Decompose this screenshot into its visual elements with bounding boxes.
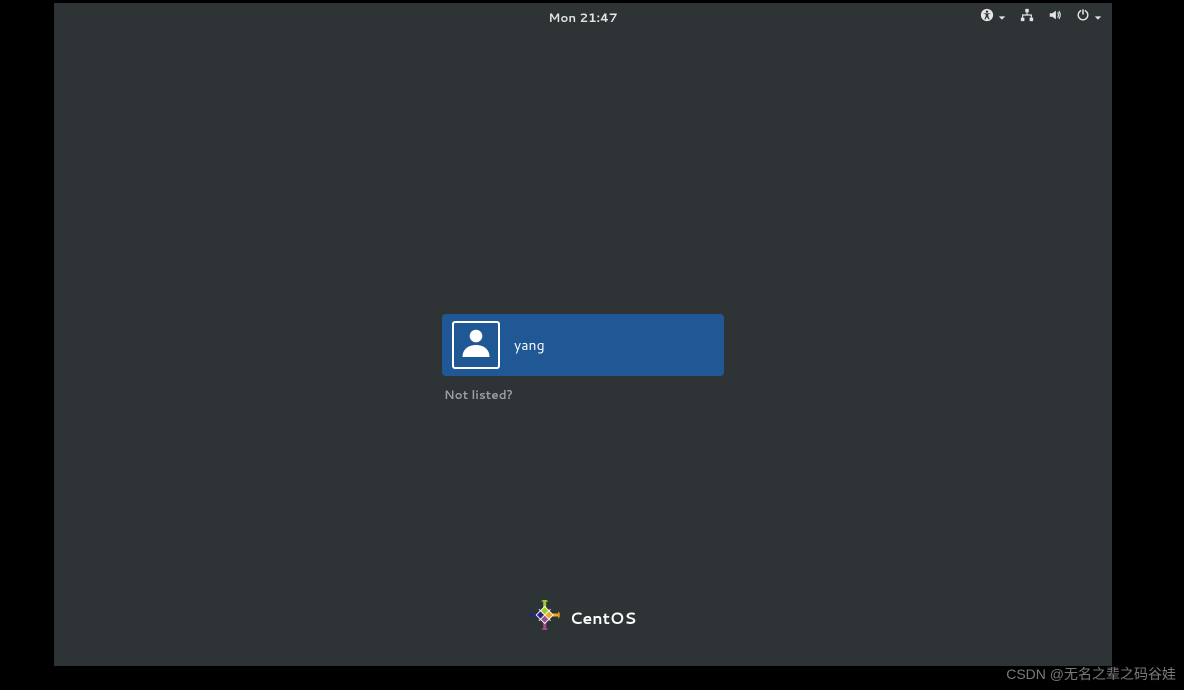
not-listed-text: Not listed?: [444, 386, 513, 403]
accessibility-icon: [980, 8, 994, 26]
os-branding: CentOS: [530, 600, 637, 636]
not-listed-link[interactable]: Not listed?: [442, 386, 724, 403]
volume-indicator[interactable]: [1048, 8, 1062, 26]
login-screen: Mon 21:47: [54, 3, 1112, 666]
volume-icon: [1048, 8, 1062, 26]
network-indicator[interactable]: [1020, 8, 1034, 26]
username-label: yang: [514, 335, 545, 355]
top-bar: Mon 21:47: [54, 3, 1112, 31]
power-menu[interactable]: [1076, 8, 1102, 26]
caret-down-icon: [998, 9, 1006, 26]
user-list-item[interactable]: yang: [442, 314, 724, 376]
clock[interactable]: Mon 21:47: [548, 9, 617, 26]
watermark-text: CSDN @无名之辈之码谷娃: [1006, 664, 1176, 684]
power-icon: [1076, 8, 1090, 26]
clock-text: Mon 21:47: [548, 9, 617, 26]
os-name: CentOS: [570, 607, 637, 630]
caret-down-icon: [1094, 9, 1102, 26]
centos-logo-icon: [530, 600, 560, 636]
avatar: [452, 321, 500, 369]
person-icon: [458, 324, 494, 366]
accessibility-menu[interactable]: [980, 8, 1006, 26]
login-area: yang Not listed?: [442, 314, 724, 403]
network-icon: [1020, 8, 1034, 26]
system-tray: [980, 8, 1102, 26]
